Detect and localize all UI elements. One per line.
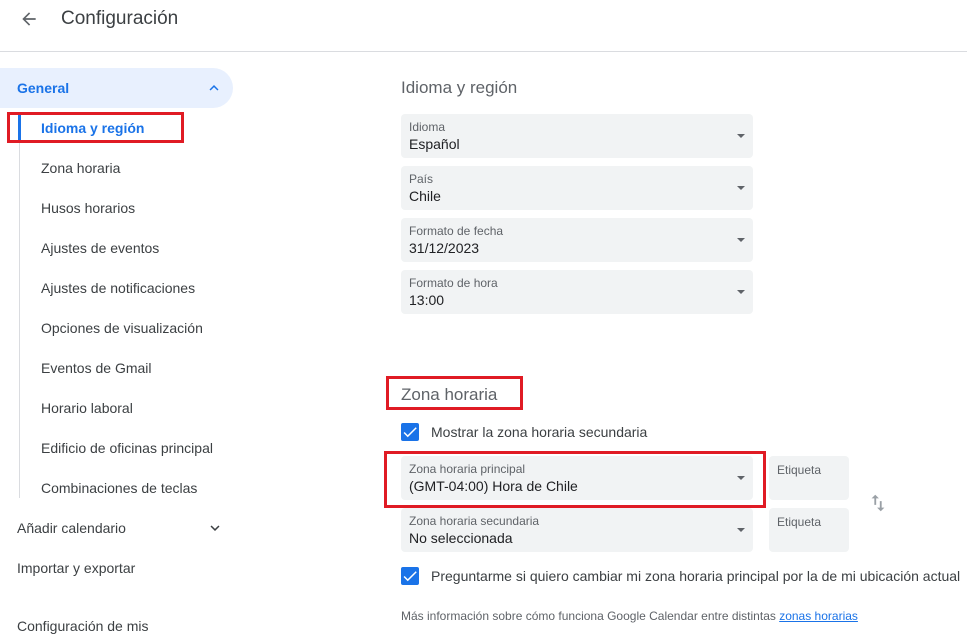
sidebar-tree-line	[19, 112, 20, 498]
app-header: Configuración	[0, 0, 967, 52]
field-label: Formato de fecha	[409, 224, 504, 238]
field-value: (GMT-04:00) Hora de Chile	[409, 478, 578, 494]
active-indicator	[18, 114, 21, 140]
field-value: 31/12/2023	[409, 240, 480, 256]
secondary-timezone-tag-input[interactable]: Etiqueta	[769, 508, 849, 552]
field-label: Formato de hora	[409, 276, 498, 290]
settings-sidebar: General Idioma y región Zona horaria Hus…	[0, 52, 250, 634]
checkbox-label: Mostrar la zona horaria secundaria	[431, 424, 648, 440]
secondary-timezone-select[interactable]: Zona horaria secundaria No seleccionada	[401, 508, 753, 552]
sidebar-item-ajustes-notificaciones[interactable]: Ajustes de notificaciones	[41, 280, 195, 296]
ask-change-timezone-checkbox[interactable]	[401, 567, 419, 585]
field-value: Chile	[409, 188, 441, 204]
date-format-select[interactable]: Formato de fecha 31/12/2023	[401, 218, 753, 262]
chevron-down-icon[interactable]	[206, 519, 224, 537]
field-label: Zona horaria principal	[409, 462, 526, 476]
primary-timezone-select[interactable]: Zona horaria principal (GMT-04:00) Hora …	[401, 456, 753, 500]
sidebar-item-ajustes-eventos[interactable]: Ajustes de eventos	[41, 240, 159, 256]
sidebar-item-idioma-region[interactable]: Idioma y región	[41, 120, 144, 136]
field-value: Español	[409, 136, 460, 152]
timezones-link[interactable]: zonas horarias	[779, 609, 858, 623]
field-label: Idioma	[409, 120, 446, 134]
sidebar-item-edificio-oficinas[interactable]: Edificio de oficinas principal	[41, 440, 213, 456]
sidebar-item-combinaciones-teclas[interactable]: Combinaciones de teclas	[41, 480, 197, 496]
primary-timezone-tag-input[interactable]: Etiqueta	[769, 456, 849, 500]
checkmark-icon	[403, 427, 417, 438]
settings-content: Idioma y región Idioma Español País Chil…	[401, 52, 967, 627]
sidebar-group-label: General	[17, 80, 70, 96]
tag-placeholder: Etiqueta	[777, 463, 822, 477]
country-select[interactable]: País Chile	[401, 166, 753, 210]
field-label: País	[409, 172, 434, 186]
field-value: No seleccionada	[409, 530, 513, 546]
language-select[interactable]: Idioma Español	[401, 114, 753, 158]
section-title-timezone: Zona horaria	[401, 385, 498, 404]
dropdown-arrow-icon	[737, 476, 745, 480]
page-title: Configuración	[61, 8, 179, 29]
chevron-up-icon[interactable]	[205, 79, 223, 97]
back-arrow-icon[interactable]	[16, 6, 42, 32]
field-value: 13:00	[409, 292, 445, 308]
checkbox-label: Preguntarme si quiero cambiar mi zona ho…	[431, 568, 961, 584]
tag-placeholder: Etiqueta	[777, 515, 822, 529]
time-format-select[interactable]: Formato de hora 13:00	[401, 270, 753, 314]
checkmark-icon	[403, 571, 417, 582]
sidebar-group-general[interactable]: General	[0, 68, 233, 108]
sidebar-item-opciones-visualizacion[interactable]: Opciones de visualización	[41, 320, 203, 336]
dropdown-arrow-icon	[737, 186, 745, 190]
sidebar-item-zona-horaria[interactable]: Zona horaria	[41, 160, 120, 176]
sidebar-add-calendar[interactable]: Añadir calendario	[17, 520, 126, 536]
swap-timezones-icon[interactable]	[867, 492, 889, 514]
show-secondary-timezone-checkbox[interactable]	[401, 423, 419, 441]
field-label: Zona horaria secundaria	[409, 514, 540, 528]
info-text: Más información sobre cómo funciona Goog…	[401, 609, 780, 623]
section-title-language-region: Idioma y región	[401, 78, 518, 97]
sidebar-item-eventos-gmail[interactable]: Eventos de Gmail	[41, 360, 152, 376]
sidebar-import-export[interactable]: Importar y exportar	[17, 560, 135, 576]
dropdown-arrow-icon	[737, 134, 745, 138]
sidebar-item-husos-horarios[interactable]: Husos horarios	[41, 200, 135, 216]
dropdown-arrow-icon	[737, 290, 745, 294]
timezone-info-text: Más información sobre cómo funciona Goog…	[401, 609, 858, 623]
sidebar-my-calendars-settings[interactable]: Configuración de mis	[17, 618, 149, 634]
sidebar-item-horario-laboral[interactable]: Horario laboral	[41, 400, 133, 416]
dropdown-arrow-icon	[737, 528, 745, 532]
dropdown-arrow-icon	[737, 238, 745, 242]
